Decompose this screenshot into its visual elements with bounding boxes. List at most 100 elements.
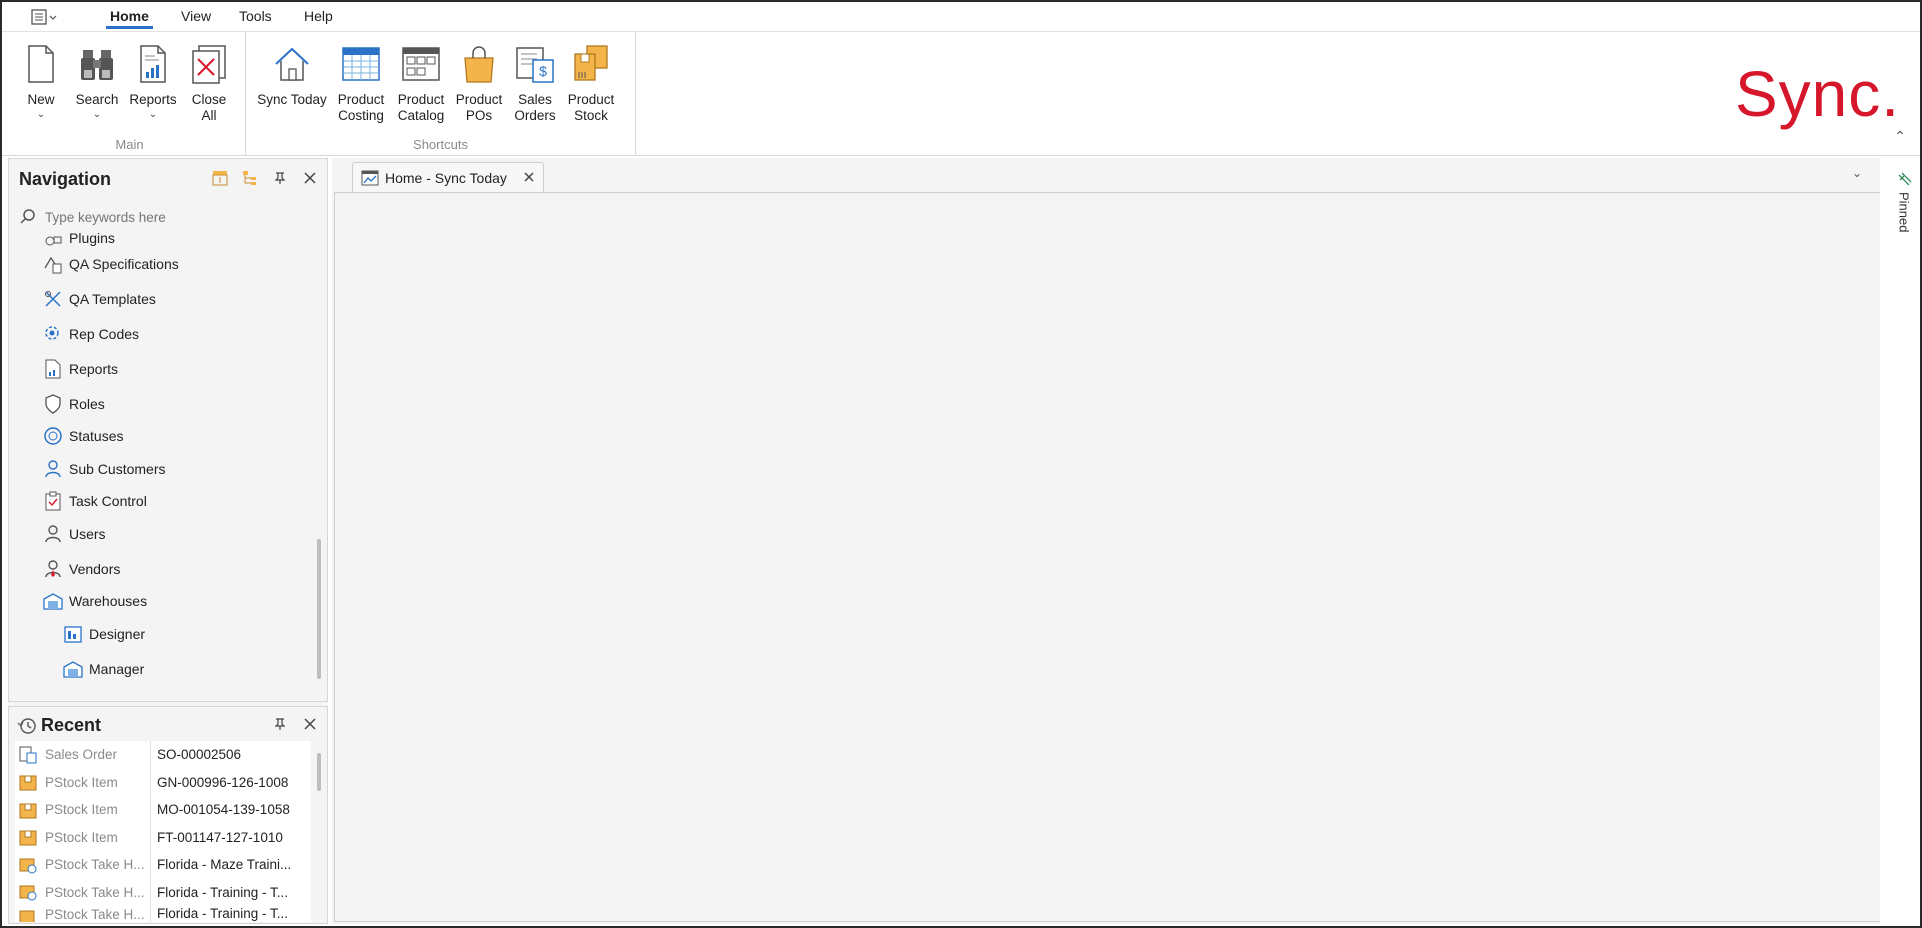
close-all-button[interactable]: Close All [182,42,236,124]
navigation-tools [211,169,319,187]
sales-orders-button[interactable]: $ Sales Orders [508,42,562,124]
nav-item-task-control[interactable]: Task Control [43,488,147,514]
binoculars-icon [81,50,113,80]
product-costing-button[interactable]: Product Costing [334,42,388,124]
recent-value: GN-000996-126-1008 [157,774,289,790]
nav-item-label: Designer [89,626,146,642]
tab-view[interactable]: View [177,7,215,29]
home-icon [275,47,309,81]
search-button[interactable]: Search ⌄ [70,42,124,120]
history-icon [17,717,36,734]
app-menu-button[interactable] [30,7,60,27]
status-icon [43,426,63,446]
menu-bar: Home View Tools Help [2,2,1920,32]
chevron-down-icon: ⌄ [92,109,102,120]
navigation-title: Navigation [19,169,112,189]
nav-item-label: Sub Customers [69,461,166,477]
recent-row[interactable]: PStock Take H... Florida - Training - T.… [15,878,311,906]
nav-item-reports[interactable]: Reports [43,356,118,382]
nav-item-qa-templates[interactable]: QA Templates [43,286,156,312]
svg-text:$: $ [539,63,547,79]
nav-item-vendors[interactable]: Vendors [43,556,120,582]
ribbon-group-label-main: Main [115,137,144,152]
nav-item-statuses[interactable]: Statuses [43,423,123,449]
recent-value: Florida - Maze Traini... [157,857,292,873]
product-stock-button[interactable]: Product Stock [564,42,618,124]
collapse-ribbon-icon[interactable]: ⌃ [1894,128,1906,145]
nav-item-rep-codes[interactable]: Rep Codes [43,321,139,347]
recent-row[interactable]: PStock Item MO-001054-139-1058 [15,796,311,824]
new-document-icon [28,45,54,83]
reports-button[interactable]: Reports ⌄ [126,42,180,120]
document-area: Home - Sync Today ⌄ [332,158,1882,924]
pin-icon [1898,172,1912,186]
tab-help[interactable]: Help [300,7,337,29]
close-icon[interactable] [301,169,319,187]
chevron-down-icon[interactable]: ⌄ [1852,166,1862,180]
sync-today-button[interactable]: Sync Today [256,42,328,108]
nav-item-label: Roles [69,396,105,412]
ribbon-group-shortcuts: Sync Today Product Costing Product Catal… [246,32,636,156]
nav-item-users[interactable]: Users [43,521,106,547]
nav-item-label: Warehouses [69,593,148,609]
nav-item-label: Statuses [69,428,124,444]
sales-orders-label-1: Sales [518,92,552,107]
product-catalog-button[interactable]: Product Catalog [394,42,448,124]
clipboard-icon [43,491,63,511]
product-pos-label-2: POs [465,108,493,123]
nav-item-qa-specifications[interactable]: QA Specifications [43,251,179,277]
nav-item-designer[interactable]: Designer [63,621,145,647]
close-all-label-2: All [201,108,217,123]
customer-icon [43,459,63,479]
product-costing-label-2: Costing [338,108,384,123]
recent-row[interactable]: Sales Order SO-00002506 [15,741,311,769]
new-button[interactable]: New ⌄ [14,42,68,120]
tab-home[interactable]: Home [106,7,153,29]
shield-icon [43,394,63,414]
recent-row[interactable]: PStock Item FT-001147-127-1010 [15,823,311,851]
chevron-down-icon: ⌄ [36,109,46,120]
close-icon[interactable] [301,715,319,733]
nav-item-label: Manager [89,661,145,677]
expand-tree-icon[interactable] [211,169,229,187]
pinned-toggle[interactable]: Pinned [1896,172,1912,232]
ribbon-group-label-shortcuts: Shortcuts [413,137,468,152]
stock-take-icon [15,854,41,876]
pin-icon[interactable] [271,169,289,187]
nav-item-plugins[interactable]: Plugins [43,231,115,251]
plugin-icon [43,231,63,248]
close-all-icon [192,45,226,84]
recent-row[interactable]: PStock Take H... Florida - Maze Traini..… [15,851,311,879]
nav-item-sub-customers[interactable]: Sub Customers [43,456,165,482]
product-stock-label-1: Product [567,92,615,107]
catalog-icon [402,47,440,81]
recent-type: PStock Take H... [41,878,151,906]
chevron-down-icon: ⌄ [148,109,158,120]
recent-row[interactable]: PStock Item GN-000996-126-1008 [15,768,311,796]
nav-item-roles[interactable]: Roles [43,391,105,417]
nav-item-manager[interactable]: Manager [63,656,144,682]
navigation-scrollbar[interactable] [317,539,321,679]
navigation-search-input[interactable] [43,208,303,226]
pin-icon[interactable] [271,715,289,733]
nav-item-warehouses[interactable]: Warehouses [43,588,147,614]
recent-row[interactable]: PStock Take H... Florida - Training - T.… [15,906,311,922]
close-icon[interactable] [523,170,535,186]
recent-value: FT-001147-127-1010 [157,829,283,845]
document-tab[interactable]: Home - Sync Today [352,162,544,192]
user-icon [43,524,63,544]
recent-value: Florida - Training - T... [157,884,289,900]
recent-value: SO-00002506 [157,747,242,763]
chart-window-icon [361,170,379,185]
tab-tools[interactable]: Tools [235,7,276,29]
left-panel: Navigation Plugins [8,158,328,924]
recent-scrollbar[interactable] [317,753,321,791]
recent-title-wrap: Recent [17,715,101,736]
sales-order-icon [15,744,41,766]
document-tab-label: Home - Sync Today [385,169,507,186]
product-catalog-label-1: Product [397,92,445,107]
search-label: Search [75,92,119,107]
brand-logo: Sync. [1734,58,1900,130]
tree-structure-icon[interactable] [241,169,259,187]
product-pos-button[interactable]: Product POs [452,42,506,124]
